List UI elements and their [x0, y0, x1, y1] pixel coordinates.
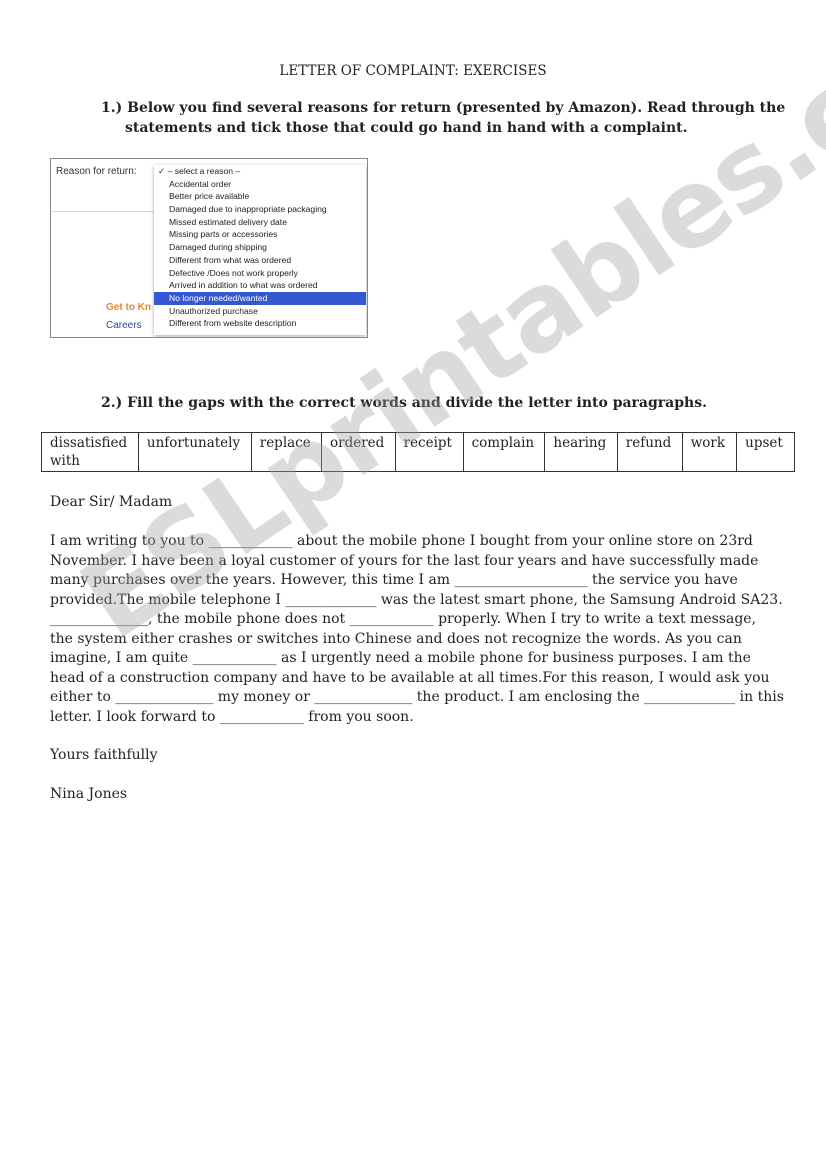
word-bank-word: upset: [745, 435, 783, 451]
word-bank-word: with: [50, 453, 80, 469]
get-to-know-link: Get to Kn: [106, 302, 151, 313]
word-bank-cell: work: [681, 432, 738, 472]
letter-greeting: Dear Sir/ Madam: [50, 494, 173, 510]
letter-line: either to ______________ my money or ___…: [50, 689, 784, 705]
letter-line: ______________, the mobile phone does no…: [50, 611, 757, 627]
word-bank-word: complain: [471, 435, 535, 451]
letter-line: provided.The mobile telephone I ________…: [50, 591, 783, 608]
word-bank: dissatisfied with unfortunately replace orde…: [41, 432, 795, 472]
word-bank-word: unfortunately: [146, 435, 241, 451]
question-1-line-2: statements and tick those that could go …: [125, 120, 688, 136]
letter-line: the system either crashes or switches in…: [50, 630, 742, 647]
letter-closing: Yours faithfully: [50, 747, 158, 763]
word-bank-word: dissatisfied: [50, 435, 128, 451]
word-bank-cell: upset: [736, 432, 795, 472]
letter-line: November. I have been a loyal customer o…: [50, 552, 759, 569]
check-icon: ✓: [158, 166, 166, 176]
word-bank-word: refund: [625, 435, 672, 451]
letter-line: letter. I look forward to ____________ f…: [50, 708, 414, 725]
word-bank-word: hearing: [553, 435, 607, 451]
dropdown-placeholder: ✓ – select a reason –: [154, 165, 366, 178]
dropdown-option: Accidental order: [169, 178, 232, 189]
word-bank-cell: dissatisfied with: [41, 432, 139, 472]
word-bank-cell: refund: [616, 432, 683, 472]
dropdown-option: Damaged due to inappropriate packaging: [169, 204, 327, 215]
word-bank-cell: unfortunately: [137, 432, 252, 472]
dropdown-option: Different from what was ordered: [169, 254, 292, 265]
word-bank-cell: receipt: [394, 432, 464, 472]
dropdown-option: Damaged during shipping: [169, 242, 267, 253]
careers-link: Careers: [106, 320, 142, 331]
letter-signature: Nina Jones: [50, 786, 128, 802]
amazon-return-screenshot: Reason for return: Get to Kn Careers ✓ –…: [50, 158, 368, 338]
placeholder-text: – select a reason –: [167, 166, 241, 176]
word-bank-cell: hearing: [544, 432, 618, 472]
letter-line: many purchases over the years. However, …: [50, 572, 738, 588]
dropdown-option: Different from website description: [169, 318, 297, 329]
reason-label: Reason for return:: [56, 166, 137, 177]
dropdown-option: No longer needed/wanted: [154, 291, 366, 305]
dropdown-option: Defective /Does not work properly: [169, 267, 298, 278]
page-title: LETTER OF COMPLAINT: EXERCISES: [279, 63, 547, 79]
reason-dropdown: ✓ – select a reason – Accidental order Be…: [154, 165, 366, 335]
dropdown-option: Arrived in addition to what was ordered: [169, 280, 318, 291]
dropdown-option: Missed estimated delivery date: [169, 216, 287, 227]
word-bank-word: replace: [259, 435, 311, 451]
letter-line: head of a construction company and have …: [50, 669, 770, 686]
word-bank-cell: ordered: [320, 432, 396, 472]
dropdown-option: Better price available: [169, 191, 250, 202]
word-bank-word: work: [690, 435, 726, 451]
word-bank-cell: replace: [250, 432, 322, 472]
question-1-line-1: 1.) Below you find several reasons for r…: [101, 100, 786, 116]
dropdown-option: Unauthorized purchase: [169, 305, 258, 316]
dropdown-option: Missing parts or accessories: [169, 229, 278, 240]
question-2: 2.) Fill the gaps with the correct words…: [101, 395, 707, 411]
word-bank-word: ordered: [329, 435, 385, 451]
word-bank-word: receipt: [403, 435, 452, 451]
word-bank-cell: complain: [462, 432, 546, 472]
letter-line: I am writing to you to ____________ abou…: [50, 533, 753, 549]
letter-line: imagine, I am quite ____________ as I ur…: [50, 650, 751, 666]
